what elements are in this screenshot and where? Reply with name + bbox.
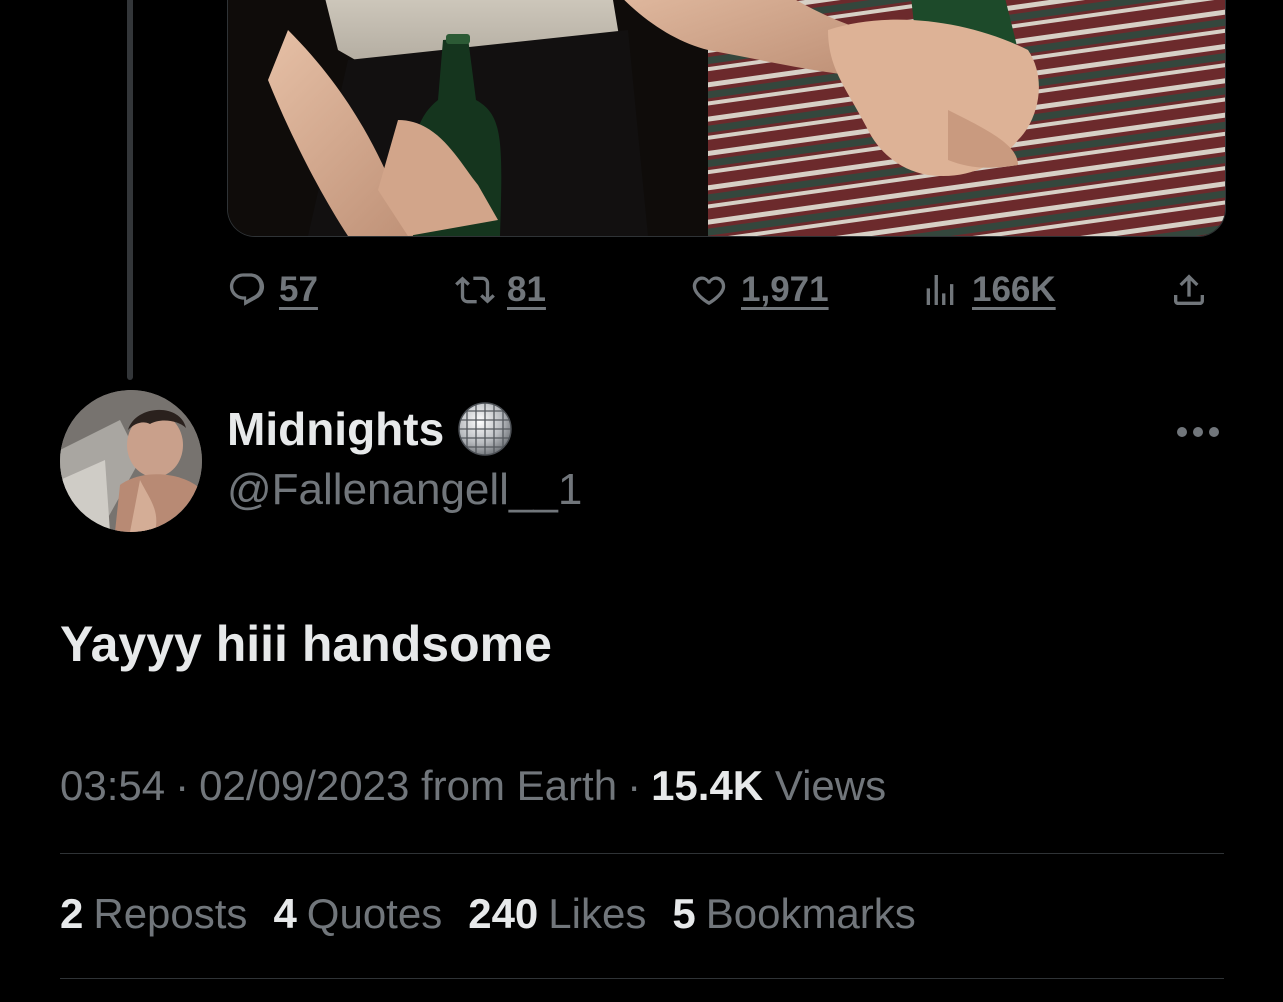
divider-top: [60, 853, 1224, 854]
reply-count: 57: [279, 270, 318, 309]
reply-button[interactable]: 57: [227, 262, 318, 318]
tweet-meta: 03:54 · 02/09/2023 from Earth · 15.4K Views: [60, 762, 886, 810]
display-name: Midnights: [227, 403, 445, 455]
tweet-views-label: Views: [774, 762, 887, 809]
more-icon: [1177, 427, 1219, 437]
avatar-photo: [60, 390, 202, 532]
like-button[interactable]: 1,971: [689, 262, 829, 318]
share-button[interactable]: [1169, 262, 1209, 318]
stat-count: 5: [672, 890, 696, 937]
repost-count: 81: [507, 270, 546, 309]
reply-icon: [229, 273, 265, 306]
stat-count: 240: [468, 890, 539, 937]
like-count: 1,971: [741, 270, 829, 309]
more-options-button[interactable]: [1170, 408, 1226, 456]
display-name-row[interactable]: Midnights: [227, 400, 514, 458]
stat-count: 2: [60, 890, 84, 937]
disco-ball-icon: [456, 400, 514, 458]
views-button[interactable]: 166K: [920, 262, 1056, 318]
repost-icon: [455, 276, 495, 304]
stat-label: Bookmarks: [705, 890, 916, 937]
thread-connector-line: [127, 0, 133, 380]
tweet-action-bar: 57 81 1,971 166K: [227, 262, 1224, 318]
divider-bottom: [60, 978, 1224, 979]
views-icon: [926, 275, 954, 305]
stat-quotes[interactable]: 4 Quotes: [273, 890, 442, 938]
stat-bookmarks[interactable]: 5 Bookmarks: [672, 890, 915, 938]
like-icon: [692, 276, 726, 305]
tweet-views-count: 15.4K: [651, 762, 764, 809]
share-icon: [1174, 274, 1204, 305]
photo-illustration: [228, 0, 1225, 236]
tweet-date[interactable]: 02/09/2023: [199, 762, 409, 809]
tweet-media-image[interactable]: [227, 0, 1226, 237]
repost-button[interactable]: 81: [455, 262, 546, 318]
meta-separator-2: ·: [627, 762, 642, 809]
tweet-time[interactable]: 03:54: [60, 762, 165, 809]
avatar[interactable]: [60, 390, 202, 532]
stat-label: Quotes: [306, 890, 443, 937]
engagement-stats: 2 Reposts 4 Quotes 240 Likes 5 Bookmarks: [60, 890, 916, 938]
tweet-source: from Earth: [421, 762, 618, 809]
stat-reposts[interactable]: 2 Reposts: [60, 890, 247, 938]
meta-separator: ·: [175, 762, 190, 809]
stat-count: 4: [273, 890, 297, 937]
stat-label: Reposts: [93, 890, 248, 937]
stat-likes[interactable]: 240 Likes: [468, 890, 646, 938]
views-count: 166K: [972, 270, 1056, 309]
tweet-text: Yayyy hiii handsome: [60, 616, 552, 672]
stat-label: Likes: [548, 890, 647, 937]
user-handle[interactable]: @Fallenangell__1: [227, 465, 582, 515]
